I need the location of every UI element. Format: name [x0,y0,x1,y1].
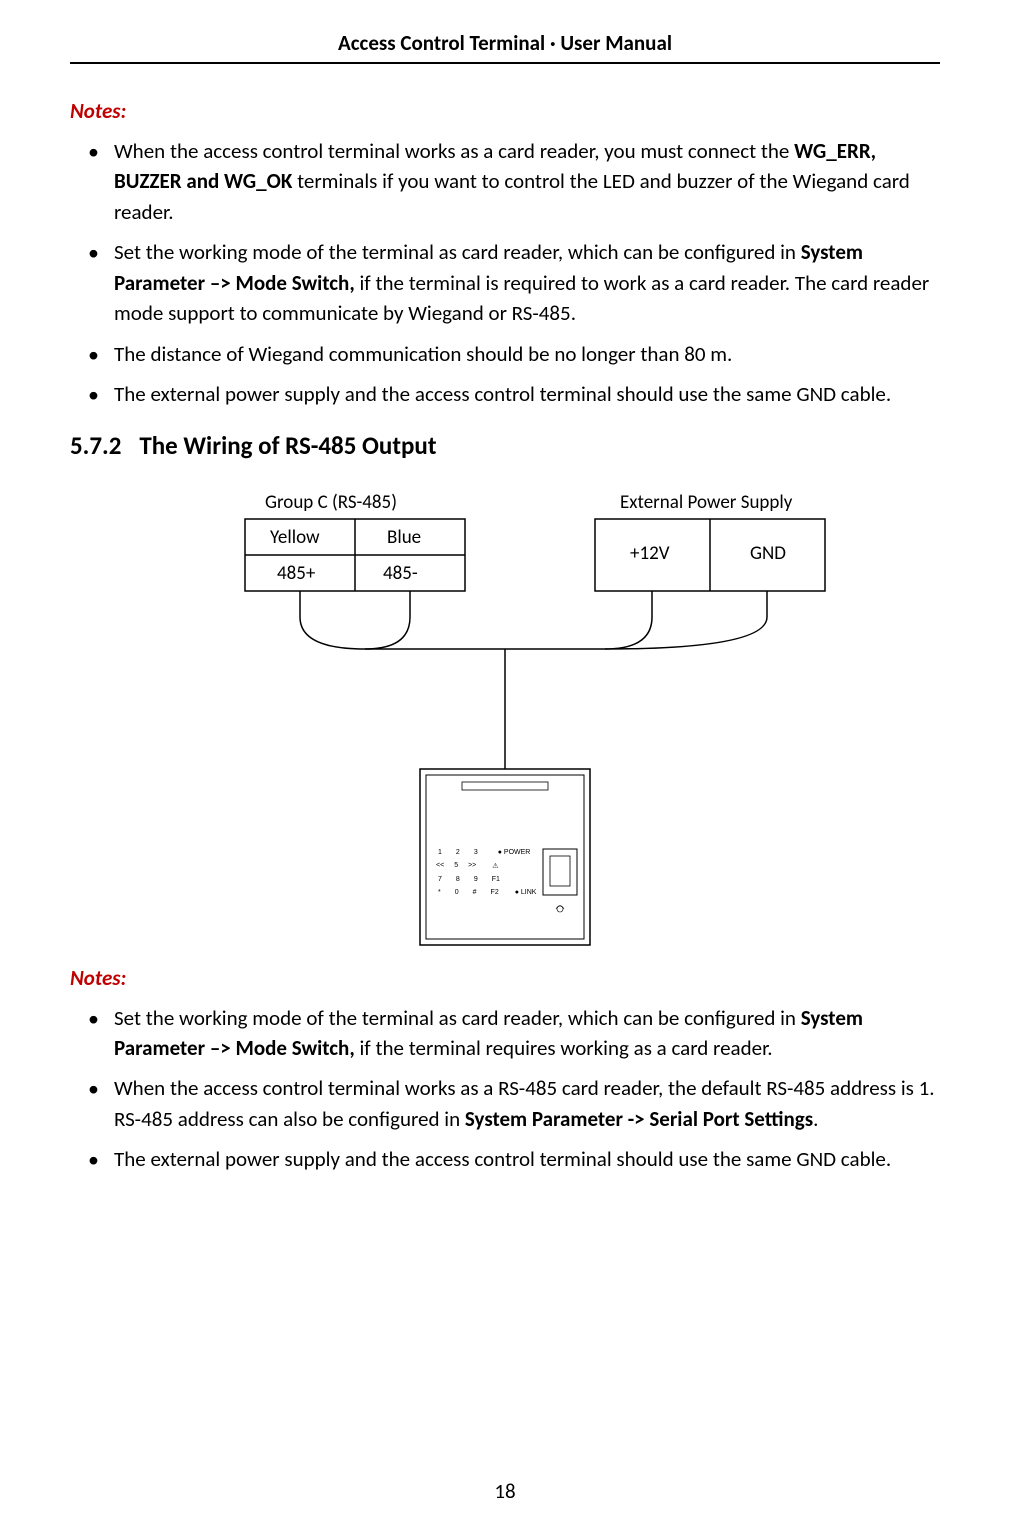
section-heading: 5.7.2 The Wiring of RS-485 Output [70,430,940,461]
section-number: 5.7.2 [70,430,121,461]
external-power-label: External Power Supply [620,491,792,514]
text: Set the working mode of the terminal as … [114,239,801,265]
list-item: The distance of Wiegand communication sh… [94,339,940,369]
key: 9 [474,876,478,883]
key: >> [468,862,476,870]
power-led-label: ● POWER [498,849,531,856]
text: . [813,1106,818,1132]
wiring-diagram: Group C (RS-485) External Power Supply Y… [165,489,845,959]
key: << [436,862,444,870]
list-item: When the access control terminal works a… [94,136,940,227]
key: F1 [492,876,500,883]
section-title: The Wiring of RS-485 Output [139,430,436,461]
header-rule [70,62,940,64]
notes-list-2: Set the working mode of the terminal as … [70,1003,940,1175]
group-c-label: Group C (RS-485) [265,491,397,514]
key: F2 [491,889,499,896]
key: * [438,889,441,896]
key: 8 [456,876,460,883]
notes-label-2: Notes: [70,965,940,991]
device-keypad: 1 2 3 ● POWER << 5 >> ⚠ 7 8 9 F1 * 0 # F… [434,849,539,896]
list-item: When the access control terminal works a… [94,1073,940,1134]
notes-list-1: When the access control terminal works a… [70,136,940,410]
list-item: Set the working mode of the terminal as … [94,1003,940,1064]
key: # [473,889,477,896]
cell-12v: +12V [630,542,670,565]
notes-label-1: Notes: [70,98,940,124]
cell-485m: 485- [383,562,418,585]
cell-yellow: Yellow [270,526,320,549]
text-bold: System Parameter -> Serial Port Settings [465,1106,813,1132]
cell-gnd: GND [750,542,786,565]
key: 2 [456,849,460,856]
link-led-label: ● LINK [515,889,537,896]
cell-blue: Blue [387,526,421,549]
list-item: The external power supply and the access… [94,379,940,409]
text: When the access control terminal works a… [114,138,794,164]
text: Set the working mode of the terminal as … [114,1005,801,1031]
key: 7 [438,876,442,883]
text: if the terminal requires working as a ca… [355,1035,773,1061]
text: The external power supply and the access… [114,1146,891,1172]
key: 0 [455,889,459,896]
key: 3 [474,849,478,856]
list-item: Set the working mode of the terminal as … [94,237,940,328]
text: The distance of Wiegand communication sh… [114,341,732,367]
key: 5 [454,862,458,870]
list-item: The external power supply and the access… [94,1144,940,1174]
page-header-title: Access Control Terminal · User Manual [70,30,940,62]
attention-icon: ⚠ [492,862,498,870]
text: The external power supply and the access… [114,381,891,407]
key: 1 [438,849,442,856]
page-number: 18 [0,1478,1010,1504]
cell-485p: 485+ [277,562,315,585]
